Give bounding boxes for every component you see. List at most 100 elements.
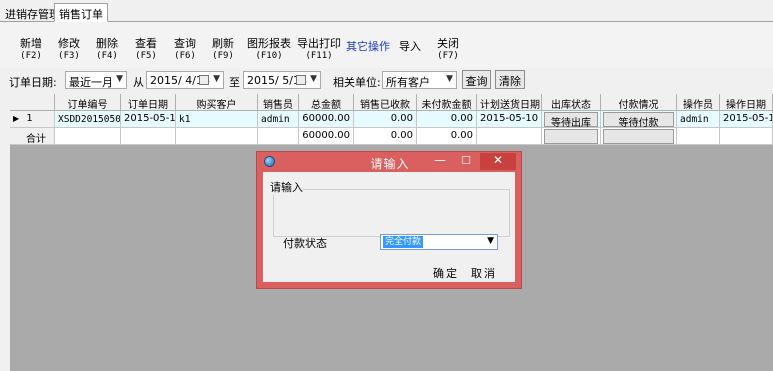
view-button[interactable]: 查看 (F5) (135, 38, 157, 62)
column-header-unpaid[interactable]: 未付款金额 (417, 94, 477, 111)
cell-payment-status: 等待付款 (601, 111, 677, 128)
related-unit-label: 相关单位: (333, 76, 381, 89)
graph-report-button-label: 图形报表 (247, 37, 291, 50)
close-button-label: 关闭 (437, 37, 459, 50)
dialog-title-bar[interactable]: 请输入 — ☐ ✕ (257, 152, 523, 172)
cell-operator[interactable]: admin (677, 111, 720, 128)
payment-status-selected-value: 完全付款 (383, 236, 424, 248)
tab-sales-order[interactable]: 销售订单 (54, 3, 108, 22)
totals-cell (258, 128, 299, 145)
order-date-label: 订单日期: (9, 76, 57, 89)
chevron-down-icon[interactable]: ▼ (213, 74, 220, 84)
dialog-group-title: 请输入 (270, 179, 303, 195)
cancel-button[interactable]: 取消 (471, 265, 497, 281)
from-date-picker[interactable]: 2015/ 4/14 ▼ (146, 71, 224, 89)
chevron-down-icon: ▼ (446, 74, 453, 84)
totals-cell (720, 128, 773, 145)
payment-status-button[interactable]: 等待付款 (603, 112, 674, 127)
column-header-stock-status[interactable]: 出库状态 (542, 94, 601, 111)
column-header-operator[interactable]: 操作员 (677, 94, 720, 111)
column-header-payment-status[interactable]: 付款情况 (601, 94, 677, 111)
totals-received: 0.00 (354, 128, 417, 145)
cell-order-no[interactable]: XSDD201505001 (55, 111, 121, 128)
period-select[interactable]: 最近一月 ▼ (65, 71, 127, 89)
view-button-label: 查看 (135, 37, 157, 50)
query-button[interactable]: 查询 (F6) (174, 38, 196, 62)
query-button-label: 查询 (174, 37, 196, 50)
export-print-button-key: (F11) (305, 51, 333, 61)
column-header-order-no[interactable]: 订单编号 (55, 94, 121, 111)
delete-button-key: (F4) (96, 51, 118, 61)
new-button-label: 新增 (20, 37, 42, 50)
totals-cell (121, 128, 176, 145)
cell-order-date[interactable]: 2015-05-10 (121, 111, 176, 128)
cell-salesman[interactable]: admin (258, 111, 299, 128)
maximize-icon[interactable]: ☐ (454, 153, 478, 170)
column-header-op-date[interactable]: 操作日期 (720, 94, 773, 111)
totals-empty-button (603, 129, 674, 144)
view-button-key: (F5) (135, 51, 157, 61)
close-button[interactable]: 关闭 (F7) (437, 38, 459, 62)
cell-planned-delivery[interactable]: 2015-05-10 (477, 111, 542, 128)
toolbar: 新增 (F2) 修改 (F3) 删除 (F4) 查看 (F5) 查询 (F6) … (0, 22, 773, 68)
related-unit-select[interactable]: 所有客户 ▼ (382, 71, 457, 89)
edit-button[interactable]: 修改 (F3) (58, 38, 80, 62)
totals-cell (677, 128, 720, 145)
dialog-body: 请输入 付款状态 完全付款 ▼ 确定 取消 (263, 172, 515, 282)
cell-op-date[interactable]: 2015-05-10 (720, 111, 773, 128)
cell-customer[interactable]: k1 (176, 111, 258, 128)
totals-empty-button (544, 129, 598, 144)
row-index: 1 (26, 113, 33, 124)
refresh-button[interactable]: 刷新 (F9) (212, 38, 234, 62)
export-print-button[interactable]: 导出打印 (F11) (297, 38, 341, 62)
to-label: 至 (229, 76, 240, 89)
chevron-down-icon: ▼ (487, 236, 494, 246)
delete-button-label: 删除 (96, 37, 118, 50)
calendar-icon[interactable] (296, 75, 306, 85)
totals-cell (176, 128, 258, 145)
chevron-down-icon[interactable]: ▼ (310, 74, 317, 84)
totals-row: 合计 60000.00 0.00 0.00 (10, 128, 773, 145)
totals-cell (542, 128, 601, 145)
totals-cell (55, 128, 121, 145)
column-header-customer[interactable]: 购买客户 (176, 94, 258, 111)
payment-status-select[interactable]: 完全付款 ▼ (380, 234, 498, 250)
other-operations-button[interactable]: 其它操作 (346, 41, 390, 53)
input-dialog: 请输入 — ☐ ✕ 请输入 付款状态 完全付款 ▼ 确定 取消 (256, 151, 522, 289)
chevron-down-icon: ▼ (116, 74, 123, 84)
related-unit-value: 所有客户 (386, 76, 430, 89)
cell-total[interactable]: 60000.00 (299, 111, 354, 128)
column-header-planned-delivery[interactable]: 计划送货日期 (477, 94, 542, 111)
query-button-key: (F6) (174, 51, 196, 61)
graph-report-button[interactable]: 图形报表 (F10) (247, 38, 291, 62)
cell-unpaid[interactable]: 0.00 (417, 111, 477, 128)
refresh-button-label: 刷新 (212, 37, 234, 50)
column-header-received[interactable]: 销售已收款 (354, 94, 417, 111)
edit-button-key: (F3) (58, 51, 80, 61)
to-date-picker[interactable]: 2015/ 5/14 ▼ (243, 71, 321, 89)
calendar-icon[interactable] (199, 75, 209, 85)
column-header-salesman[interactable]: 销售员 (258, 94, 299, 111)
delete-button[interactable]: 删除 (F4) (96, 38, 118, 62)
totals-cell (477, 128, 542, 145)
filter-query-button[interactable]: 查询 (462, 70, 491, 89)
column-header-order-date[interactable]: 订单日期 (121, 94, 176, 111)
export-print-button-label: 导出打印 (297, 37, 341, 50)
totals-unpaid: 0.00 (417, 128, 477, 145)
totals-label: 合计 (10, 128, 55, 145)
row-header-corner (10, 94, 55, 111)
column-header-total[interactable]: 总金额 (299, 94, 354, 111)
row-pointer-icon: ▶ (13, 114, 20, 123)
filter-clear-button[interactable]: 清除 (495, 70, 525, 89)
table-row[interactable]: ▶ 1 XSDD201505001 2015-05-10 k1 admin 60… (10, 111, 773, 128)
ok-button[interactable]: 确定 (433, 265, 459, 281)
import-button[interactable]: 导入 (399, 41, 421, 53)
minimize-icon[interactable]: — (428, 153, 452, 170)
import-button-label: 导入 (399, 40, 421, 53)
stock-status-button[interactable]: 等待出库 (544, 112, 598, 127)
new-button[interactable]: 新增 (F2) (20, 38, 42, 62)
cell-received[interactable]: 0.00 (354, 111, 417, 128)
close-icon[interactable]: ✕ (480, 153, 516, 170)
payment-status-label: 付款状态 (283, 237, 327, 250)
from-label: 从 (133, 76, 144, 89)
